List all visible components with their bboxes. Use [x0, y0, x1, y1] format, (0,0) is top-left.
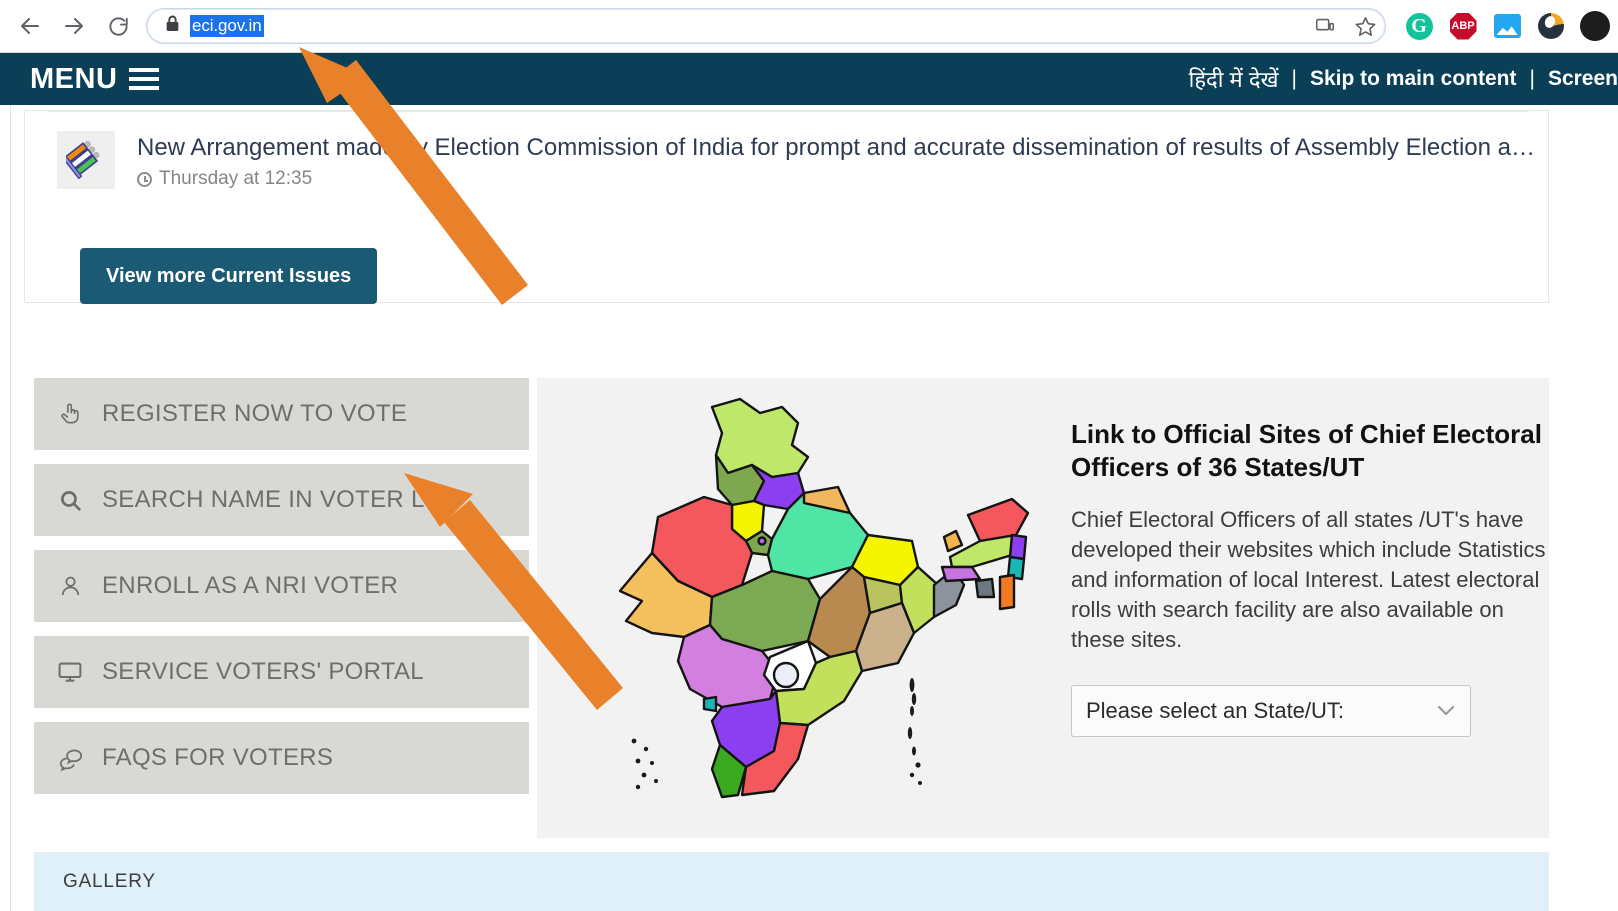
news-item[interactable]: New Arrangement made by Election Commiss… [57, 131, 1537, 190]
sidebar-item-enroll-as-a-nri-voter[interactable]: ENROLL AS A NRI VOTER [34, 550, 529, 622]
panels-row: REGISTER NOW TO VOTE SEARCH NAME IN VOTE… [34, 378, 1549, 838]
forward-arrow-icon[interactable] [52, 4, 96, 48]
clock-icon [137, 171, 152, 187]
page-content: New Arrangement made by Election Commiss… [10, 105, 1618, 911]
chat-bubble-icon [56, 744, 84, 772]
monitor-icon [56, 658, 84, 686]
gallery-header: GALLERY [35, 853, 1548, 911]
pointing-hand-icon [56, 400, 84, 428]
cast-icon[interactable] [1305, 8, 1345, 44]
state-ut-select-value: Please select an State/UT: [1086, 697, 1345, 723]
view-more-current-issues-button[interactable]: View more Current Issues [80, 248, 378, 304]
news-timestamp-row: Thursday at 12:35 [137, 168, 1537, 190]
menu-button[interactable]: MENU [30, 62, 160, 96]
ceo-info-block: Link to Official Sites of Chief Electora… [1071, 418, 1549, 737]
reload-icon[interactable] [96, 4, 140, 48]
india-political-map[interactable] [607, 386, 1037, 806]
ceo-panel-title: Link to Official Sites of Chief Electora… [1071, 419, 1542, 482]
site-top-nav: MENU हिंदी में देखें | Skip to main cont… [0, 53, 1618, 105]
current-issues-card: New Arrangement made by Election Commiss… [24, 110, 1549, 304]
sidebar-item-service-voters-portal[interactable]: SERVICE VOTERS' PORTAL [34, 636, 529, 708]
news-timestamp: Thursday at 12:35 [159, 168, 313, 189]
menu-label: MENU [30, 62, 118, 95]
nav-utility-links: हिंदी में देखें | Skip to main content |… [1189, 64, 1618, 94]
sidebar-item-search-name-in-voter-list[interactable]: SEARCH NAME IN VOTER LIST [34, 464, 529, 536]
browser-toolbar: eci.gov.in G ABP [0, 0, 1618, 53]
gallery-section: GALLERY [34, 852, 1549, 911]
user-icon [56, 572, 84, 600]
sidebar-item-label: REGISTER NOW TO VOTE [102, 400, 408, 427]
sidebar-item-faqs-for-voters[interactable]: FAQS FOR VOTERS [34, 722, 529, 794]
skip-to-main-content-link[interactable]: Skip to main content [1310, 67, 1517, 91]
address-bar[interactable]: eci.gov.in [146, 8, 1386, 44]
profile-avatar[interactable] [1574, 5, 1616, 47]
ceo-panel-body: Chief Electoral Officers of all states /… [1071, 507, 1546, 652]
right-edge-gutter [1614, 157, 1618, 911]
nav-separator-2: | [1529, 67, 1535, 90]
chevron-down-icon [1436, 704, 1456, 717]
lock-icon [165, 15, 180, 37]
screenshot-extension-icon[interactable] [1486, 5, 1528, 47]
swirl-extension-icon[interactable] [1530, 5, 1572, 47]
hindi-language-link[interactable]: हिंदी में देखें [1189, 64, 1279, 94]
back-arrow-icon[interactable] [8, 4, 52, 48]
star-icon[interactable] [1345, 8, 1385, 44]
sidebar-item-label: SERVICE VOTERS' PORTAL [102, 658, 424, 685]
sidebar-item-label: FAQS FOR VOTERS [102, 744, 334, 771]
state-ut-select[interactable]: Please select an State/UT: [1071, 684, 1471, 737]
card-divider [49, 111, 1529, 112]
sidebar-item-label: ENROLL AS A NRI VOTER [102, 572, 399, 599]
sidebar-item-register-now-to-vote[interactable]: REGISTER NOW TO VOTE [34, 378, 529, 450]
sidebar-item-label: SEARCH NAME IN VOTER LIST [102, 486, 463, 513]
gallery-title: GALLERY [63, 871, 156, 892]
quick-links-list: REGISTER NOW TO VOTE SEARCH NAME IN VOTE… [34, 378, 529, 838]
ceo-links-panel: Link to Official Sites of Chief Electora… [537, 378, 1549, 838]
grammarly-extension-icon[interactable]: G [1398, 5, 1440, 47]
screen-reader-access-link[interactable]: Screen [1548, 67, 1618, 91]
page-viewport: MENU हिंदी में देखें | Skip to main cont… [0, 53, 1618, 911]
extension-icons: G ABP [1398, 5, 1618, 47]
search-icon [56, 486, 84, 514]
eci-ballot-logo-icon [57, 131, 115, 189]
adblock-plus-extension-icon[interactable]: ABP [1442, 5, 1484, 47]
url-text[interactable]: eci.gov.in [190, 15, 264, 37]
hamburger-icon[interactable] [129, 68, 160, 90]
news-headline[interactable]: New Arrangement made by Election Commiss… [137, 133, 1537, 163]
nav-separator-1: | [1291, 67, 1297, 90]
